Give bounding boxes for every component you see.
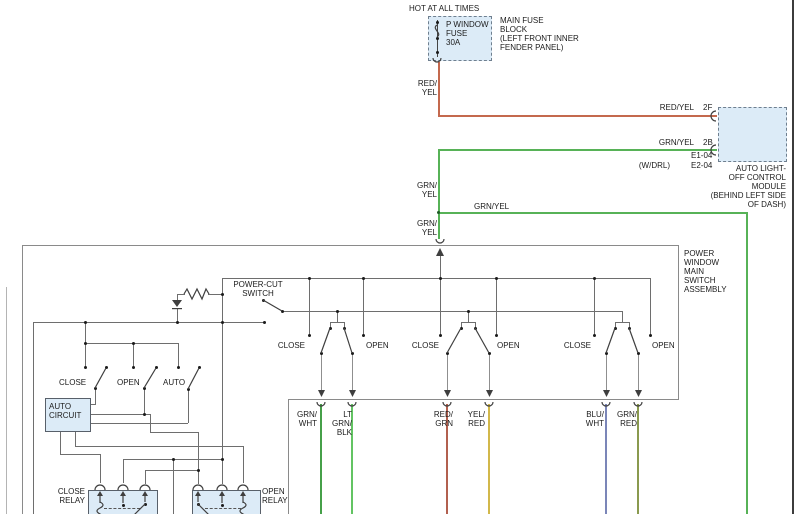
driver-close-label: CLOSE [59,378,86,387]
close-relay-box [88,490,158,514]
grn-yel-wire-horizontal [439,149,717,151]
power-cut-switch-label: POWER-CUT SWITCH [230,280,286,298]
lt-grn-blk-label: LTGRN/BLK [312,410,352,437]
auto-circuit-label: AUTO CIRCUIT [49,402,81,420]
grn-red-wire [637,404,639,514]
grn-yel-branch-wire-vertical [746,212,748,514]
pair2-open-label: OPEN [497,341,520,350]
grn-yel-branch-wire [439,212,748,214]
red-yel-wire [438,62,440,116]
right-window-border [792,0,794,514]
diode-icon [172,300,182,307]
assembly-box-top [22,245,679,246]
connector-e1-label: E1-04 [691,151,712,160]
yel-red-wire [488,404,490,514]
assembly-box-bottom [288,399,679,400]
red-pin-wire-label: RED/YEL [654,103,694,112]
grn-yel-branch-label: GRN/YEL [474,202,509,211]
grn-pin-number: 2B [703,138,713,147]
grn-yel-wire [438,149,440,239]
pair1-close-label: CLOSE [265,341,305,350]
red-yel-wire-label: RED/YEL [407,79,437,97]
pair3-open-label: OPEN [652,341,675,350]
assembly-box-right [678,245,679,400]
assembly-entry-connector-icon [436,239,444,243]
grn-wht-label: GRN/WHT [277,410,317,428]
red-pin-number: 2F [703,103,712,112]
resistor-icon [184,289,209,299]
pair2-close-label: CLOSE [399,341,439,350]
wiring-diagram: HOT AT ALL TIMES P WINDOW FUSE 30A MAIN … [0,0,801,514]
assembly-box-left [22,245,23,514]
open-relay-label: OPENRELAY [262,487,288,505]
open-relay-box [192,490,261,514]
hot-at-all-times-label: HOT AT ALL TIMES [409,4,479,13]
grn-pin-wire-label: GRN/YEL [654,138,694,147]
wdrl-label: (W/DRL) [630,161,670,170]
close-relay-label: CLOSERELAY [45,487,85,505]
grn-yel-wire-label-lower: GRN/YEL [407,219,437,237]
pair1-open-label: OPEN [366,341,389,350]
red-yel-wire-horizontal [438,115,717,117]
left-window-border [6,287,7,514]
auto-light-off-module-box [718,107,787,162]
symbols-layer [0,0,801,514]
pair3-close-label: CLOSE [551,341,591,350]
yel-red-label: YEL/RED [445,410,485,428]
grn-red-label: GRN/RED [597,410,637,428]
power-cut-switch-blade [263,300,282,311]
assembly-name-label: POWER WINDOW MAIN SWITCH ASSEMBLY [684,249,727,294]
driver-open-label: OPEN [117,378,140,387]
module-name-label: AUTO LIGHT- OFF CONTROL MODULE (BEHIND L… [666,164,786,209]
grn-yel-wire-label-upper: GRN/YEL [407,181,437,199]
driver-auto-label: AUTO [163,378,185,387]
